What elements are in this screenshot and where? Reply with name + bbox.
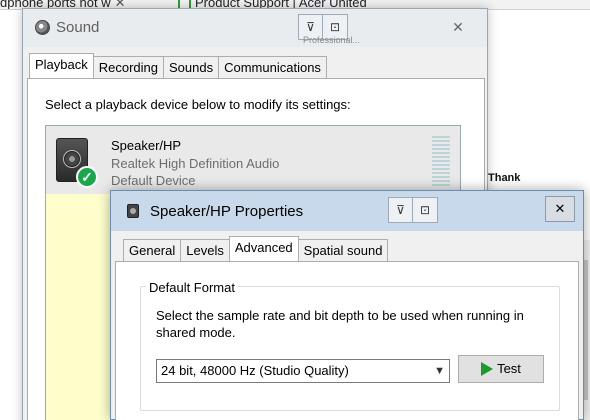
chevron-down-icon: ▼ xyxy=(434,365,445,377)
background-text: Professional... xyxy=(303,35,361,45)
properties-title-bar[interactable]: Speaker/HP Properties ⊽ ⊡ ✕ xyxy=(111,191,583,231)
speaker-properties-dialog: Speaker/HP Properties ⊽ ⊡ ✕ General Leve… xyxy=(110,190,584,420)
tab-spatial-sound[interactable]: Spatial sound xyxy=(297,239,389,261)
tab-playback[interactable]: Playback xyxy=(29,53,94,78)
test-button[interactable]: Test xyxy=(458,355,544,383)
format-dropdown[interactable]: 24 bit, 48000 Hz (Studio Quality) ▼ xyxy=(156,359,450,383)
background-text: Thank xyxy=(488,172,521,184)
play-icon xyxy=(481,361,494,376)
device-driver: Realtek High Definition Audio xyxy=(111,156,280,171)
device-name: Speaker/HP xyxy=(111,138,182,153)
properties-window-title: Speaker/HP Properties xyxy=(150,203,304,220)
playback-instruction: Select a playback device below to modify… xyxy=(45,97,351,112)
close-button[interactable]: ✕ xyxy=(545,196,575,222)
speaker-icon xyxy=(35,20,50,35)
speaker-icon xyxy=(127,204,139,218)
volume-level-meter xyxy=(432,136,450,190)
close-button[interactable]: ✕ xyxy=(447,16,469,38)
default-format-description: Select the sample rate and bit depth to … xyxy=(156,308,524,340)
tab-advanced[interactable]: Advanced xyxy=(228,236,299,261)
properties-tab-bar: General Levels Advanced Spatial sound xyxy=(123,236,389,261)
tab-recording[interactable]: Recording xyxy=(92,56,165,78)
tab-communications[interactable]: Communications xyxy=(218,56,327,78)
window-tools: ⊽ ⊡ xyxy=(388,197,438,223)
tab-levels[interactable]: Levels xyxy=(180,239,230,261)
test-button-label: Test xyxy=(497,361,521,376)
sound-window-title: Sound xyxy=(56,19,100,36)
device-list-item[interactable]: ✓ Speaker/HP Realtek High Definition Aud… xyxy=(46,126,460,194)
device-status: Default Device xyxy=(111,173,196,188)
default-check-icon: ✓ xyxy=(76,166,98,188)
sound-title-bar[interactable]: Sound ⊽ ⊡ ✕ xyxy=(23,9,487,47)
format-selected-value: 24 bit, 48000 Hz (Studio Quality) xyxy=(161,363,349,378)
default-format-group xyxy=(140,286,560,411)
sound-tab-bar: Playback Recording Sounds Communications xyxy=(29,53,327,78)
collapse-icon[interactable]: ⊽ xyxy=(389,198,413,222)
tab-general[interactable]: General xyxy=(123,239,182,261)
pin-icon[interactable]: ⊡ xyxy=(413,198,437,222)
default-format-label: Default Format xyxy=(146,280,238,295)
tab-sounds[interactable]: Sounds xyxy=(163,56,220,78)
